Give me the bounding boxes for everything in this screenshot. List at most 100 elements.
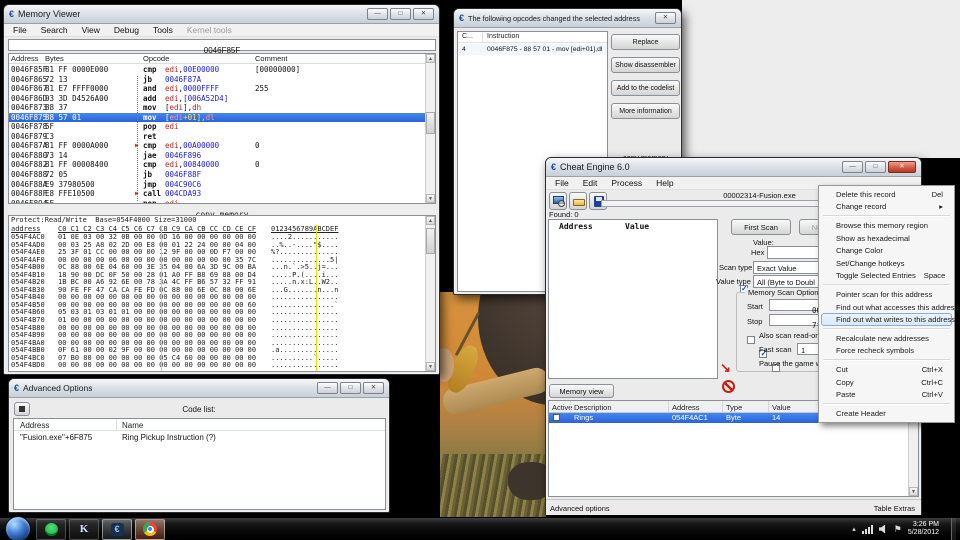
hex-scrollbar[interactable]: ▲ ▼ [425,216,435,371]
menu-item-pointer-scan-for-this-address[interactable]: Pointer scan for this address [821,288,952,301]
menu-kernel-tools[interactable]: Kernel tools [180,25,239,35]
menu-process[interactable]: Process [604,178,649,188]
menu-edit[interactable]: Edit [576,178,605,188]
menu-file[interactable]: File [6,25,34,35]
menu-item-copy[interactable]: CopyCtrl+C [821,376,952,389]
network-icon[interactable] [862,525,873,534]
minimize-button[interactable]: — [842,161,863,173]
maximize-button[interactable]: □ [865,161,886,173]
menu-search[interactable]: Search [34,25,75,35]
disasm-row[interactable]: 0046F88AE9 37980500jmp004C90C6 [9,180,425,190]
opcodes-window-titlebar[interactable]: € The following opcodes changed the sele… [454,9,681,28]
menu-view[interactable]: View [75,25,107,35]
disasm-row[interactable]: 0046F88073 14jae0046F896 [9,151,425,161]
disasm-row[interactable]: 0046F88FE8 FFE10500▶call004CDA93 [9,189,425,199]
disasm-row[interactable]: 0046F86D03 3D D4526A00addedi,[006A52D4] [9,94,425,104]
disasm-row[interactable]: 0046F87A81 FF 0000A000▶cmpedi,00A000000 [9,141,425,151]
column-header-address[interactable]: Address [672,403,700,412]
menu-file[interactable]: File [548,178,576,188]
scroll-down-arrow[interactable]: ▼ [909,487,918,496]
code-list-row[interactable]: "Fusion.exe"+6F875Ring Pickup Instructio… [14,432,385,444]
advanced-options-titlebar[interactable]: € Advanced Options — □ ✕ [9,379,389,398]
minimize-button[interactable]: — [367,8,388,20]
button-add-to-the-codelist[interactable]: Add to the codelist [611,80,680,96]
select-process-button[interactable] [549,192,567,210]
action-center-flag-icon[interactable]: ⚑ [894,524,902,535]
menu-item-recalculate-new-addresses[interactable]: Recalculate new addresses [821,332,952,345]
results-column-address[interactable]: Address [559,222,593,231]
menu-item-cut[interactable]: CutCtrl+X [821,363,952,376]
column-header-address[interactable]: Address [11,54,39,63]
column-header-value[interactable]: Value [772,403,791,412]
table-extras-link[interactable]: Table Extras [874,504,915,513]
open-table-button[interactable] [569,192,587,210]
start-button[interactable] [5,516,31,540]
column-header-address[interactable]: Address [20,421,49,430]
scroll-thumb[interactable] [426,228,435,254]
close-button[interactable]: ✕ [363,382,384,394]
memory-viewer-titlebar[interactable]: € Memory Viewer — □ ✕ [4,5,439,24]
taskbar-k-app-button[interactable]: K [69,519,99,540]
advanced-options-link[interactable]: Advanced options [550,504,610,513]
first-scan-button[interactable]: First Scan [731,219,791,235]
maximize-button[interactable]: □ [390,8,411,20]
close-button[interactable]: ✕ [888,161,916,173]
disasm-scrollbar[interactable]: ▲ ▼ [425,54,435,203]
menu-tools[interactable]: Tools [146,25,180,35]
menu-item-change-color[interactable]: Change Color [821,244,952,257]
column-header-type[interactable]: Type [726,403,742,412]
button-more-information[interactable]: More information [611,103,680,119]
cheat-engine-titlebar[interactable]: € Cheat Engine 6.0 — □ ✕ [546,158,921,177]
code-list[interactable]: Address Name "Fusion.exe"+6F875Ring Pick… [13,418,386,510]
menu-item-show-as-hexadecimal[interactable]: Show as hexadecimal [821,232,952,245]
memory-view-button[interactable]: Memory view [549,384,614,398]
disassembler-pane[interactable]: AddressBytesOpcodeComment 0046F85F81 FF … [8,53,436,204]
disasm-row[interactable]: 0046F87388 37mov[edi],dh [9,103,425,113]
column-header-count[interactable]: C... [462,33,473,40]
disasm-row[interactable]: 0046F86572 13jb0046F87A [9,75,425,85]
column-header-opcode[interactable]: Opcode [143,54,169,63]
column-header-bytes[interactable]: Bytes [45,54,64,63]
taskbar-chrome-button[interactable] [135,519,165,540]
column-header-description[interactable]: Description [574,403,612,412]
add-address-arrow-icon[interactable]: ↘ [720,360,731,376]
menu-item-find-out-what-writes-to-this-address[interactable]: Find out what writes to this address [821,313,952,326]
opcode-row[interactable]: 40046F875 - 88 57 01 - mov [edi+01],dl [458,44,607,55]
disasm-row[interactable]: 0046F8785Fpopedi [9,122,425,132]
menu-help[interactable]: Help [649,178,680,188]
button-replace[interactable]: Replace [611,34,680,50]
menu-item-find-out-what-accesses-this-address[interactable]: Find out what accesses this address [821,301,952,314]
hidden-icons-arrow[interactable]: ▴ [852,525,856,533]
menu-item-change-record[interactable]: Change record▸ [821,201,952,214]
taskbar-spotify-button[interactable] [36,519,66,540]
menu-item-create-header[interactable]: Create Header [821,407,952,420]
button-show-disassembler[interactable]: Show disassembler [611,57,680,73]
stop-sign-icon[interactable] [722,380,735,393]
scan-results-list[interactable]: Address Value [548,219,718,379]
taskbar-cheat-engine-button[interactable]: € [102,519,132,540]
show-desktop-button[interactable] [951,518,956,540]
disasm-row[interactable]: 0046F879C3ret [9,132,425,142]
menu-item-delete-this-record[interactable]: Delete this recordDel [821,188,952,201]
column-header-instruction[interactable]: Instruction [487,33,519,40]
hex-row[interactable]: 054F4BD000 00 00 00 00 00 00 00 00 00 00… [9,362,435,370]
close-button[interactable]: ✕ [655,12,676,24]
minimize-button[interactable]: — [317,382,338,394]
menu-item-force-recheck-symbols[interactable]: Force recheck symbols [821,345,952,358]
menu-item-browse-this-memory-region[interactable]: Browse this memory region [821,219,952,232]
disasm-row[interactable]: 0046F86781 E7 FFFF0000andedi,0000FFFF255 [9,84,425,94]
column-header-name[interactable]: Name [122,421,143,430]
close-button[interactable]: ✕ [413,8,434,20]
disasm-row[interactable]: 0046F88872 05jb0046F88F [9,170,425,180]
scroll-down-arrow[interactable]: ▼ [426,362,435,371]
readonly-checkbox[interactable] [747,336,755,344]
address-bar[interactable]: 0046F85F [8,39,436,51]
clock[interactable]: 3:26 PM 5/28/2012 [908,521,945,537]
menu-item-toggle-selected-entries[interactable]: Toggle Selected EntriesSpace [821,270,952,283]
menu-debug[interactable]: Debug [107,25,146,35]
disasm-row[interactable]: 0046F85F81 FF 0000E000cmpedi,00E00000[00… [9,65,425,75]
maximize-button[interactable]: □ [340,382,361,394]
hexview-pane[interactable]: Protect:Read/Write Base=054F4000 Size=31… [8,215,436,372]
scroll-up-arrow[interactable]: ▲ [426,216,435,225]
results-column-value[interactable]: Value [625,222,649,231]
